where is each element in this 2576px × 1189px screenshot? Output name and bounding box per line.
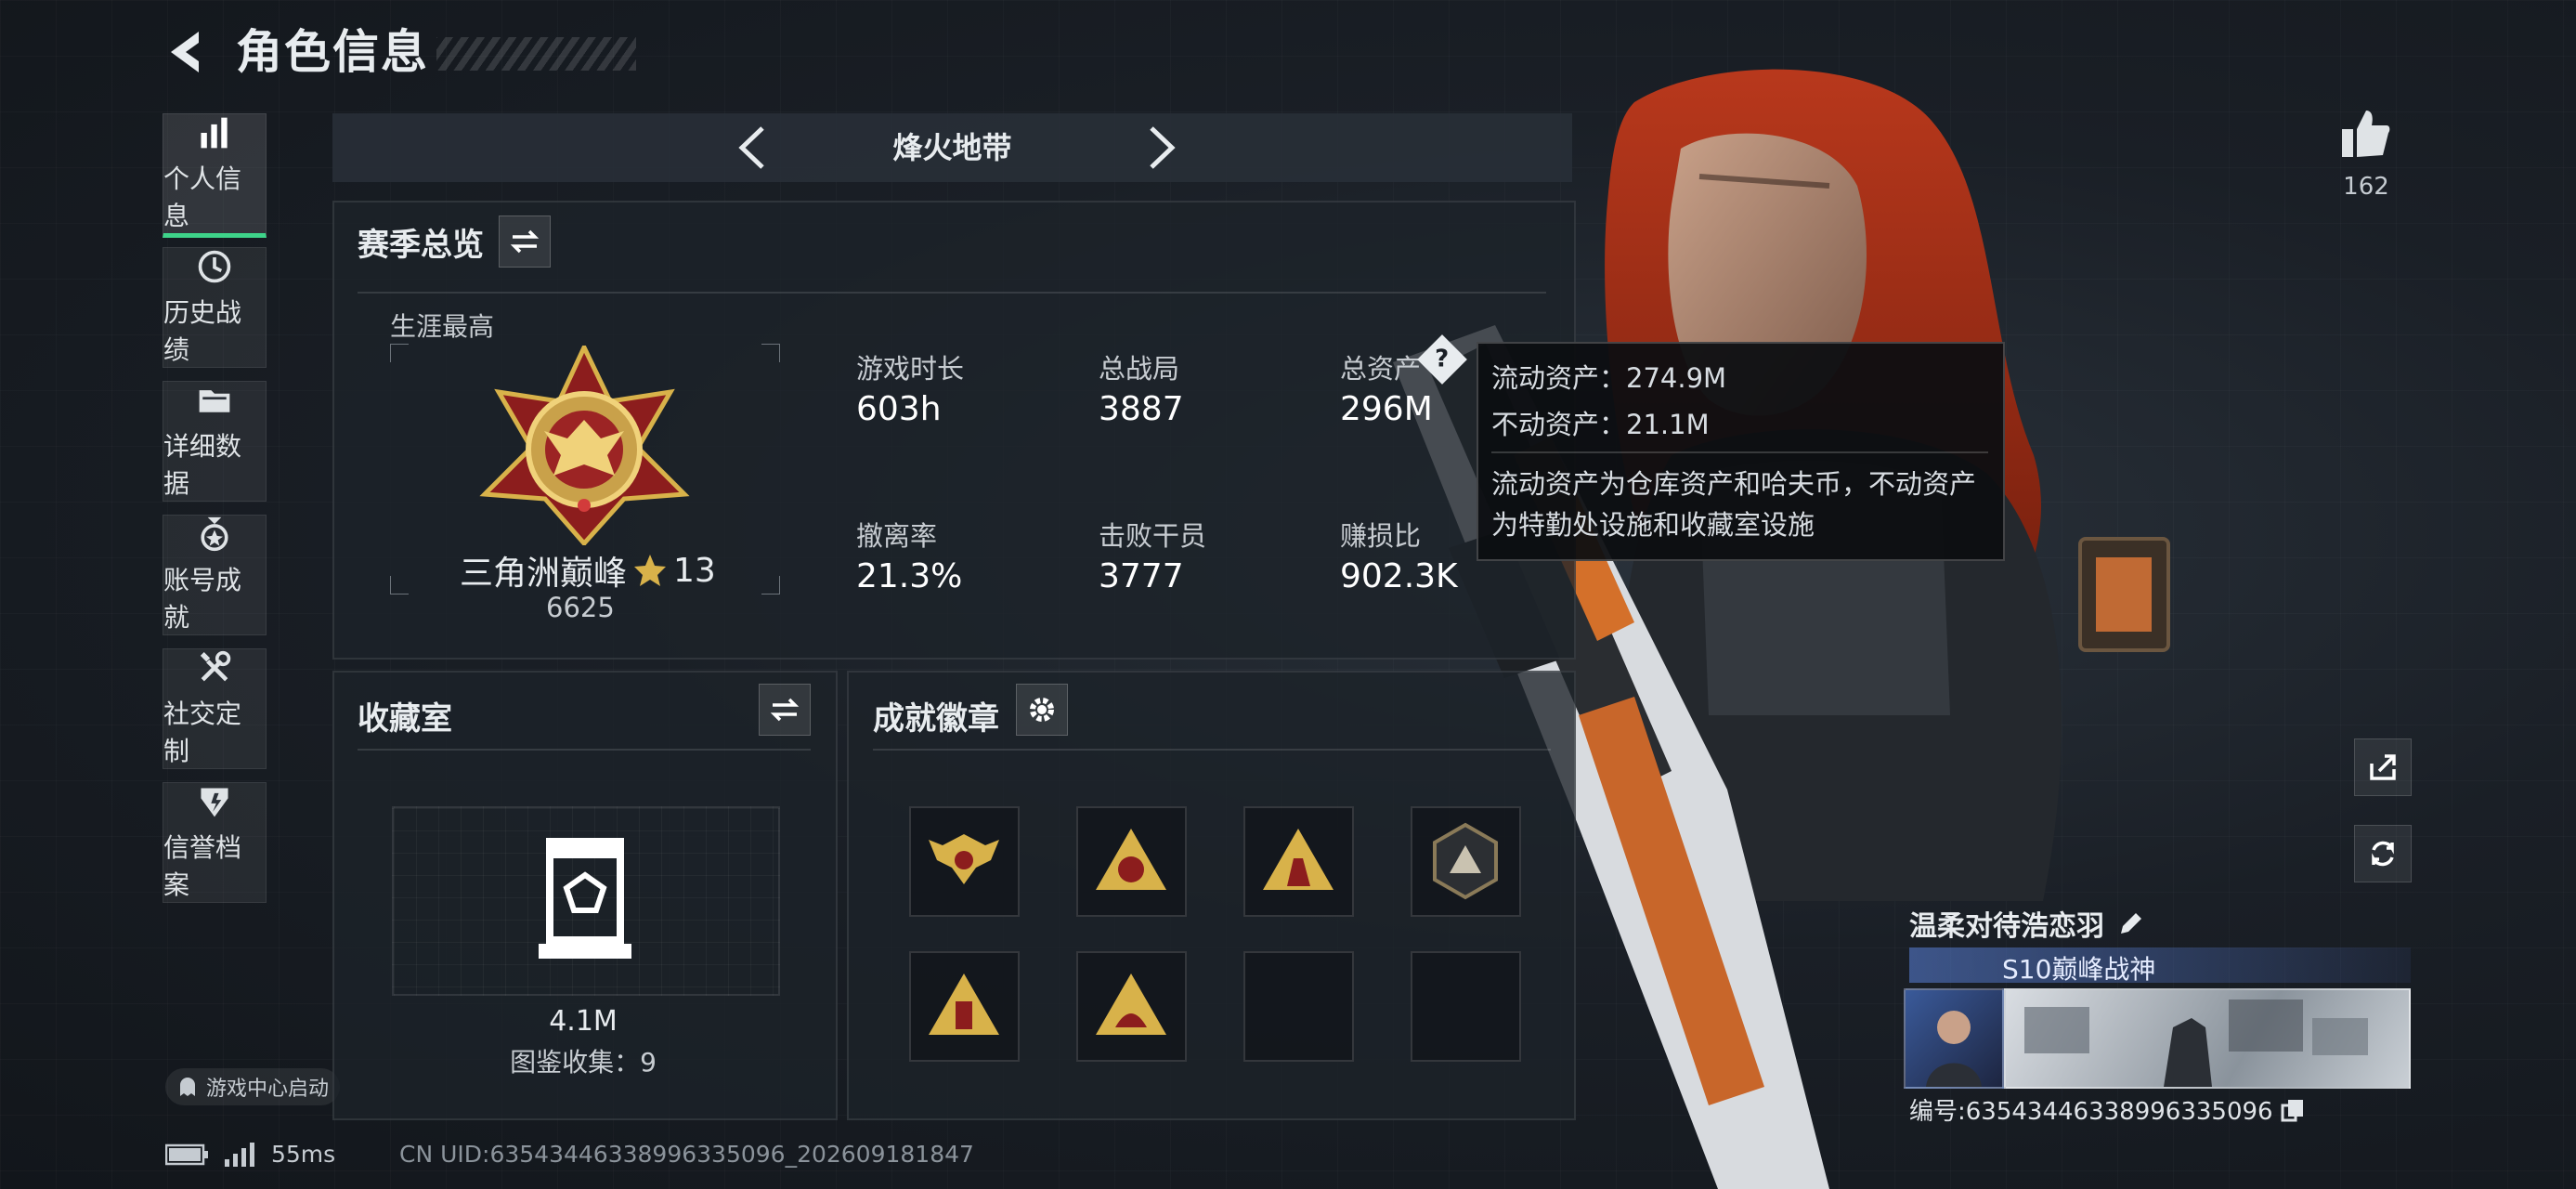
- stat-value: 902.3K: [1340, 557, 1458, 595]
- gear-icon: [1030, 698, 1054, 722]
- player-card-banner: [2004, 988, 2411, 1089]
- sidebar-item-label: 信誉档案: [163, 832, 242, 900]
- divider: [358, 749, 811, 751]
- badge-slot[interactable]: [1243, 806, 1354, 917]
- rank-emblem-icon: [479, 346, 690, 545]
- season-title: 赛季总览: [358, 227, 484, 264]
- hexagon-badge-icon: [1433, 822, 1498, 900]
- badge-slot[interactable]: [1411, 806, 1521, 917]
- mode-title: 烽火地带: [892, 130, 1012, 165]
- tooltip-divider: [1491, 451, 1988, 453]
- signal-icon: [225, 1143, 254, 1167]
- sidebar-item-label: 个人信息: [163, 163, 242, 231]
- star-icon: [634, 555, 667, 586]
- achievements-title: 成就徽章: [873, 700, 999, 738]
- avatar[interactable]: [1904, 988, 2004, 1089]
- share-button[interactable]: [2354, 738, 2412, 796]
- refresh-icon: [2372, 841, 2394, 867]
- achievement-settings-button[interactable]: [1016, 684, 1068, 736]
- asset-tooltip: 流动资产：274.9M 不动资产：21.1M 流动资产为仓库资产和哈夫币，不动资…: [1477, 342, 2005, 561]
- copy-icon[interactable]: [2281, 1098, 2305, 1122]
- divider: [358, 292, 1546, 294]
- sidebar-item-history[interactable]: 历史战绩: [163, 247, 267, 368]
- collection-swap-button[interactable]: [759, 684, 811, 736]
- swap-button[interactable]: [499, 216, 551, 268]
- title-decoration: [436, 37, 636, 71]
- stat-value: 21.3%: [856, 557, 963, 595]
- triangle-badge-icon: [1096, 829, 1166, 890]
- ping-value: 55ms: [271, 1141, 336, 1168]
- history-icon: [198, 250, 231, 283]
- collection-title: 收藏室: [358, 700, 452, 738]
- badge-slot[interactable]: [1076, 951, 1187, 1062]
- back-arrow-icon[interactable]: [158, 22, 217, 82]
- player-name-row: 温柔对待浩恋羽: [1909, 903, 2145, 944]
- swap-icon: [510, 229, 540, 254]
- banner-art: [2024, 1000, 2368, 1087]
- player-id-row: 编号:6354344633899633509​6: [1909, 1092, 2305, 1127]
- stat-label: 总战局: [1099, 353, 1180, 385]
- stat-label: 击败干员: [1099, 520, 1207, 552]
- player-title-banner: S10巅峰战神: [1909, 947, 2411, 985]
- display-case-icon: [539, 838, 631, 959]
- sidebar-item-label: 账号成就: [163, 565, 242, 633]
- stat-label: 赚损比: [1340, 520, 1422, 552]
- sidebar-item-label: 社交定制: [163, 699, 242, 766]
- share-icon: [2370, 754, 2396, 780]
- badge-slot-empty[interactable]: [1411, 951, 1521, 1062]
- stat-value: 3887: [1099, 390, 1184, 428]
- edit-pencil-icon[interactable]: [2117, 909, 2145, 937]
- stat-value: 3777: [1099, 557, 1184, 595]
- sidebar-item-reputation[interactable]: 信誉档案: [163, 782, 267, 903]
- tooltip-desc-2: 为特勤处设施和收藏室设施: [1491, 509, 1815, 541]
- avatar-portrait: [1926, 1011, 1982, 1087]
- stat-value: 296M: [1340, 390, 1433, 428]
- sidebar-item-label: 详细数据: [163, 431, 242, 499]
- eagle-badge-icon: [929, 834, 999, 884]
- tools-icon: [200, 650, 231, 682]
- folder-icon: [199, 390, 230, 412]
- sidebar-item-label: 历史战绩: [163, 297, 242, 365]
- uid-text: CN UID:63543446338996335096_202609181847: [399, 1141, 974, 1168]
- rank-score: 6625: [546, 592, 615, 623]
- stat-value: 603h: [856, 390, 942, 428]
- career-label: 生涯最高: [390, 311, 495, 342]
- badge-slot[interactable]: [909, 951, 1020, 1062]
- mode-selector: 烽火地带: [332, 113, 1572, 182]
- swap-icon: [770, 698, 800, 722]
- sidebar-item-personal-info[interactable]: 个人信息: [163, 113, 267, 238]
- tooltip-liquid: 流动资产：274.9M: [1491, 362, 1727, 394]
- rank-name: 三角洲巅峰: [460, 555, 628, 593]
- triangle-badge-icon: [929, 973, 999, 1035]
- badge-slot[interactable]: [909, 806, 1020, 917]
- medal-icon: [201, 516, 228, 552]
- stat-label: 撤离率: [856, 520, 938, 552]
- chevron-right-icon[interactable]: [1131, 123, 1187, 173]
- player-title: S10巅峰战神: [2002, 954, 2156, 985]
- page-title: 角色信息: [236, 25, 429, 79]
- bar-chart-icon: [201, 117, 228, 149]
- triangle-badge-icon: [1263, 829, 1334, 890]
- rank-stars: 13: [673, 551, 716, 590]
- tooltip-desc-1: 流动资产为仓库资产和哈夫币，不动资产: [1491, 468, 1977, 500]
- badge-slot[interactable]: [1076, 806, 1187, 917]
- triangle-badge-icon: [1096, 973, 1166, 1035]
- like-count: 162: [2343, 173, 2389, 201]
- sidebar-item-social[interactable]: 社交定制: [163, 648, 267, 769]
- battery-icon: [165, 1143, 208, 1166]
- player-name: 温柔对待浩恋羽: [1909, 910, 2104, 943]
- refresh-button[interactable]: [2354, 825, 2412, 882]
- stat-label: 游戏时长: [856, 353, 965, 385]
- rank-info: 三角洲巅峰 13: [460, 546, 716, 594]
- sidebar-item-details[interactable]: 详细数据: [163, 381, 267, 502]
- thumbs-up-icon[interactable]: [2338, 107, 2392, 161]
- sidebar-item-achievements[interactable]: 账号成就: [163, 515, 267, 635]
- badge-slot-empty[interactable]: [1243, 951, 1354, 1062]
- stat-label: 总资产: [1340, 353, 1422, 385]
- player-id: 编号:6354344633899633509​6: [1909, 1098, 2273, 1126]
- tooltip-fixed: 不动资产：21.1M: [1491, 409, 1710, 440]
- divider: [873, 749, 1551, 751]
- shield-icon: [201, 788, 228, 817]
